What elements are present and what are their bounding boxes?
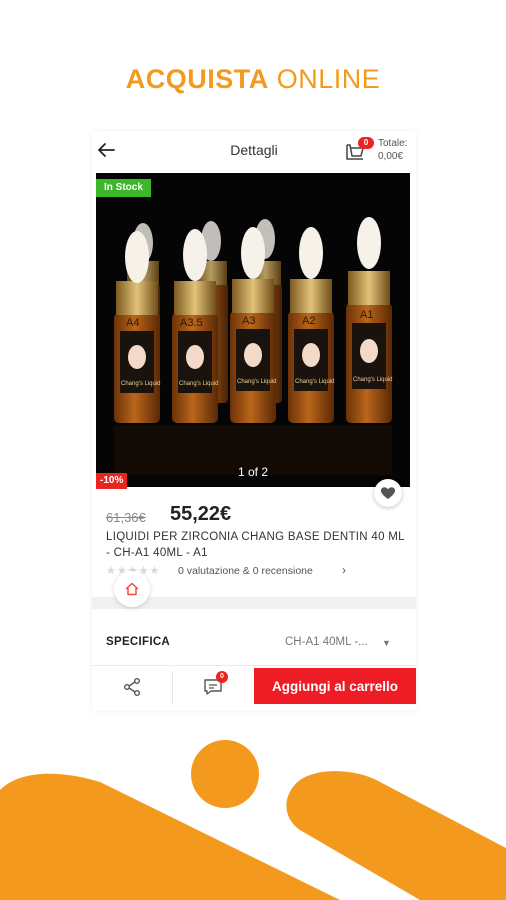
cart-count-badge: 0: [358, 137, 374, 149]
home-icon: [125, 582, 139, 596]
bottle-brand-1: Chang's Liquid: [121, 381, 161, 387]
new-price: 55,22€: [170, 503, 232, 525]
cart-total-label: Totale:: [378, 138, 408, 149]
bottle-brand-4: Chang's Liquid: [295, 379, 335, 385]
chat-count-badge: 0: [216, 671, 228, 683]
action-divider: [172, 671, 173, 703]
bottle-brand-5: Chang's Liquid: [353, 377, 393, 383]
bottle-label-a35: A3.5: [180, 317, 203, 329]
chevron-right-icon: ›: [342, 563, 346, 577]
bottle-label-a2: A2: [302, 315, 315, 327]
heart-icon: [380, 487, 396, 499]
product-image[interactable]: A4 A3.5 A3 A2 A1 Chang's Liquid Chang's …: [96, 173, 410, 487]
decorative-shapes: [0, 740, 506, 900]
product-name: LIQUIDI PER ZIRCONIA CHANG BASE DENTIN 4…: [106, 531, 405, 559]
discount-badge: -10%: [96, 473, 128, 489]
app-screen: Dettagli 0 Totale: 0,00€ A4 A3.5 A3 A2 A…: [92, 131, 416, 711]
share-icon: [124, 678, 140, 696]
bottle-brand-2: Chang's Liquid: [179, 381, 219, 387]
bottle-brand-3: Chang's Liquid: [237, 379, 277, 385]
stock-badge: In Stock: [96, 179, 151, 197]
chevron-down-icon: ▼: [382, 638, 391, 648]
promo-title-light: ONLINE: [276, 64, 381, 94]
old-price: 61,36€: [106, 510, 146, 525]
add-to-cart-button[interactable]: Aggiungi al carrello: [254, 668, 416, 704]
top-bar: Dettagli 0 Totale: 0,00€: [92, 131, 416, 171]
bottom-bar-divider: [92, 665, 416, 666]
spec-select[interactable]: CH-A1 40ML -...: [285, 636, 368, 648]
image-counter: 1 of 2: [237, 465, 269, 479]
share-button[interactable]: [116, 672, 148, 702]
promo-title-bold: ACQUISTA: [125, 64, 269, 94]
spec-label: SPECIFICA: [106, 636, 171, 648]
bottle-label-a3: A3: [242, 315, 255, 327]
product-photo: A4 A3.5 A3 A2 A1 Chang's Liquid Chang's …: [96, 173, 410, 487]
home-button[interactable]: [114, 571, 150, 607]
favorite-button[interactable]: [374, 479, 402, 507]
cart-total-value: 0,00€: [378, 151, 404, 162]
promo-title: ACQUISTA ONLINE: [0, 64, 506, 95]
bottle-label-a1: A1: [360, 309, 373, 321]
bottle-label-a4: A4: [126, 317, 139, 329]
reviews-link[interactable]: 0 valutazione & 0 recensione: [178, 565, 313, 577]
